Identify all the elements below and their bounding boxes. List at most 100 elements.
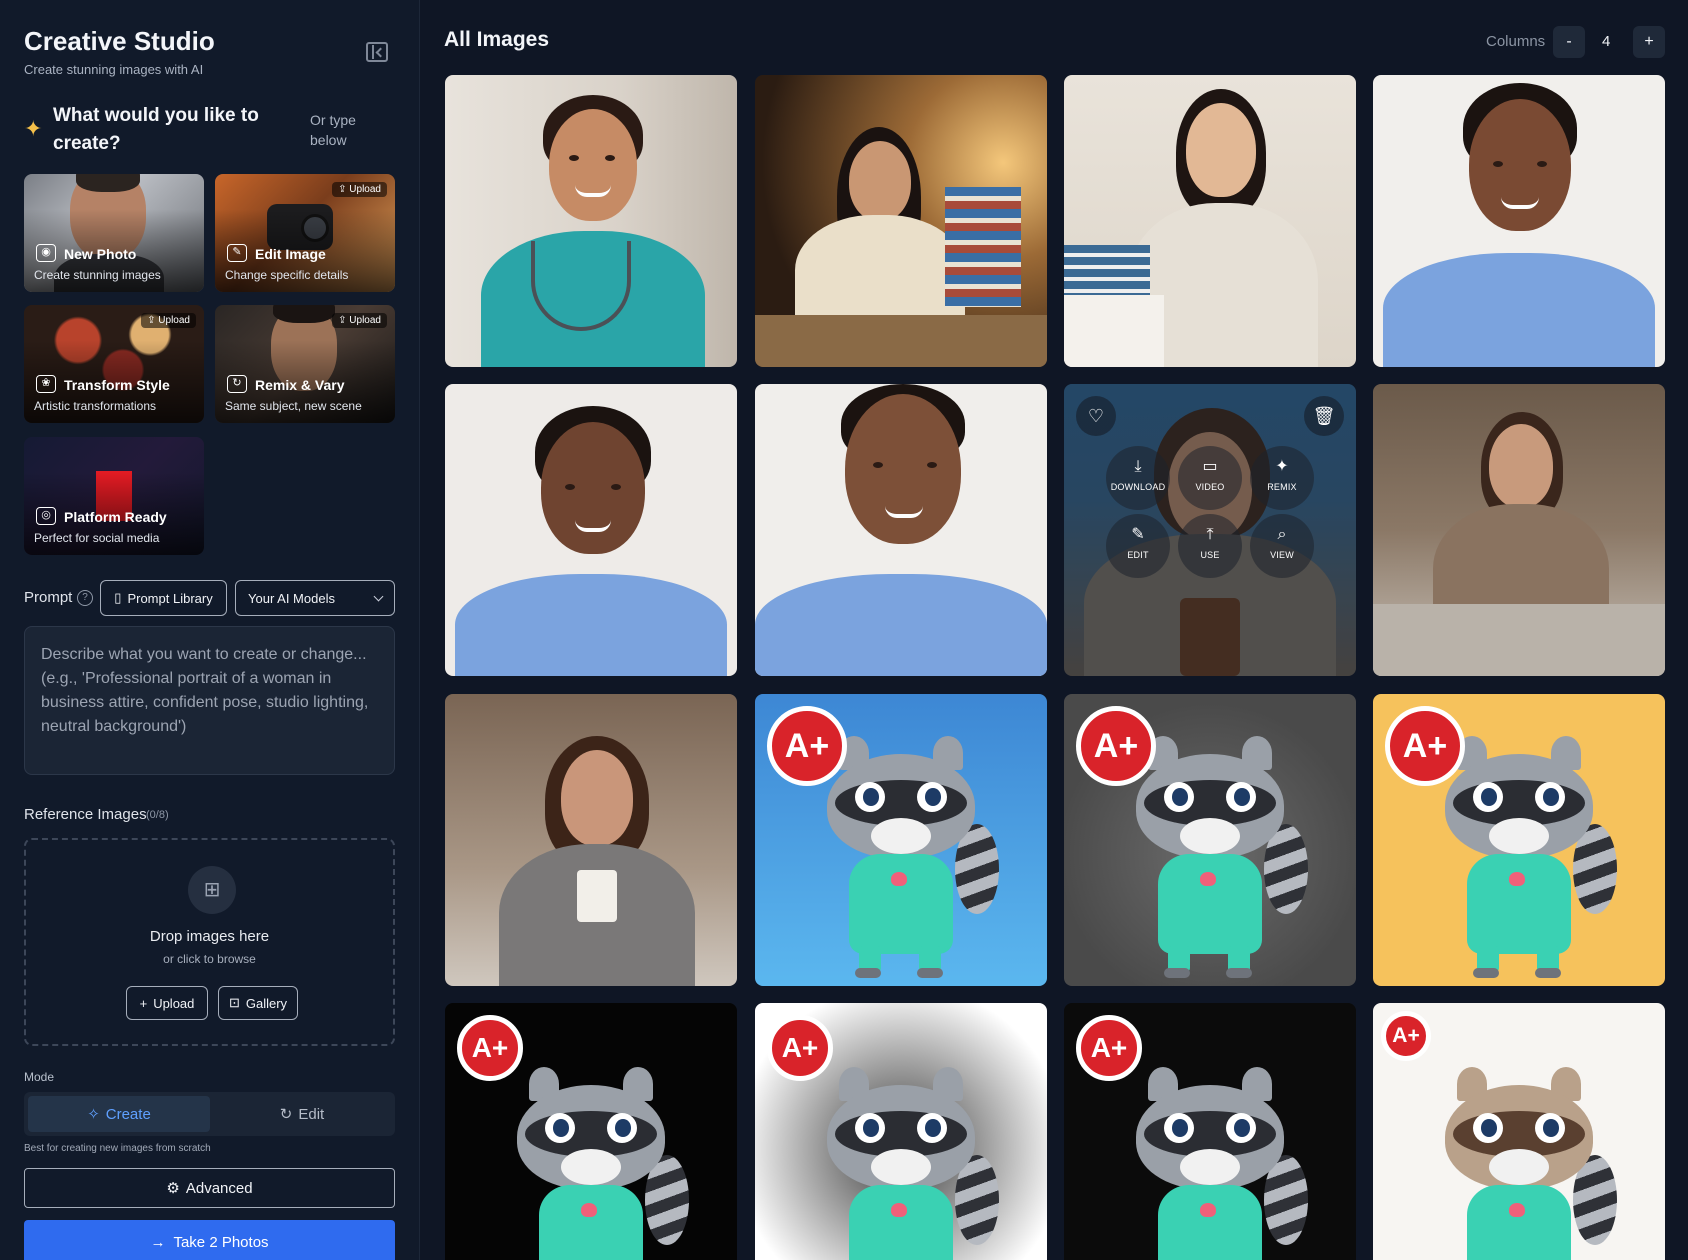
remix-action[interactable]: ✦ REMIX (1250, 446, 1314, 510)
advanced-button[interactable]: ⚙ Advanced (24, 1168, 395, 1208)
raccoon-eye (545, 1113, 575, 1143)
book-stack (945, 187, 1021, 307)
gallery-image[interactable]: A+ (445, 1003, 737, 1260)
raccoon-muzzle (871, 818, 931, 854)
palette-icon: ❀ (36, 375, 56, 393)
prompt-textarea-container (24, 626, 395, 775)
reference-images-label: Reference Images (24, 806, 147, 823)
raccoon-foot (1473, 968, 1499, 978)
gallery-image[interactable]: A+ (755, 694, 1047, 986)
upload-badge: ⇪ Upload (332, 182, 387, 197)
raccoon-foot (917, 968, 943, 978)
raccoon-eye (1164, 1113, 1194, 1143)
raccoon-heart (1200, 1203, 1216, 1217)
use-action[interactable]: ⤒ USE (1178, 514, 1242, 578)
raccoon-muzzle (561, 1149, 621, 1185)
raccoon-eye (855, 782, 885, 812)
raccoon-eye (1473, 1113, 1503, 1143)
raccoon-eye (1535, 782, 1565, 812)
heart-icon[interactable]: ♡ (1076, 396, 1116, 436)
card-title: Remix & Vary (255, 377, 345, 393)
mode-hint: Best for creating new images from scratc… (24, 1143, 211, 1154)
gallery-image[interactable] (1373, 384, 1665, 676)
platform-ready-card[interactable]: ◎ Platform Ready Perfect for social medi… (24, 437, 204, 555)
gallery-image[interactable]: A+ (1064, 1003, 1356, 1260)
card-subtitle: Perfect for social media (34, 531, 160, 545)
mode-create-tab[interactable]: ✧ Create (28, 1096, 210, 1132)
raccoon-scrubs (539, 1185, 643, 1260)
refresh-icon: ↻ (279, 1106, 293, 1123)
raccoon-eye (917, 782, 947, 812)
or-type-hint: Or type below (310, 112, 356, 148)
gallery-button[interactable]: ⊡ Gallery (218, 986, 298, 1020)
sidebar: Creative Studio Create stunning images w… (0, 0, 420, 1260)
upload-badge: ⇪ Upload (141, 313, 196, 328)
a-plus-badge: A+ (1076, 1015, 1142, 1081)
arrow-right-icon: → (150, 1233, 166, 1251)
raccoon-scrubs (1158, 1185, 1262, 1260)
gallery-image[interactable]: A+ (755, 1003, 1047, 1260)
take-photos-button[interactable]: → Take 2 Photos (24, 1220, 395, 1260)
a-plus-badge: A+ (1385, 706, 1465, 786)
raccoon-muzzle (1180, 818, 1240, 854)
columns-decrease-button[interactable]: - (1553, 26, 1585, 58)
image-add-icon: ⊞ (188, 866, 236, 914)
dropzone-title: Drop images here (149, 928, 270, 945)
collapse-sidebar-icon[interactable] (366, 42, 388, 62)
gallery-image[interactable]: A+ (1373, 1003, 1665, 1260)
ai-models-select[interactable]: Your AI Models (235, 580, 395, 616)
gallery-image[interactable] (445, 75, 737, 367)
a-plus-badge: A+ (767, 1015, 833, 1081)
image-dropzone[interactable]: ⊞ Drop images here or click to browse + … (24, 838, 395, 1046)
raccoon-eye (1473, 782, 1503, 812)
columns-increase-button[interactable]: + (1633, 26, 1665, 58)
a-plus-badge: A+ (1381, 1011, 1431, 1061)
transform-style-card[interactable]: ⇪ Upload ❀ Transform Style Artistic tran… (24, 305, 204, 423)
prompt-textarea[interactable] (41, 643, 378, 758)
gallery-image[interactable]: A+ (1373, 694, 1665, 986)
video-action[interactable]: ▭ VIDEO (1178, 446, 1242, 510)
book-icon: ▯ (114, 590, 122, 605)
gallery-icon: ⊡ (228, 995, 240, 1010)
remix-vary-card[interactable]: ⇪ Upload ↻ Remix & Vary Same subject, ne… (215, 305, 395, 423)
video-icon: ▭ (1202, 458, 1218, 475)
download-action[interactable]: ⤓ DOWNLOAD (1106, 446, 1170, 510)
mode-edit-tab[interactable]: ↻ Edit (214, 1096, 390, 1132)
upload-button[interactable]: + Upload (126, 986, 208, 1020)
edit-image-card[interactable]: ⇪ Upload ✎ Edit Image Change specific de… (215, 174, 395, 292)
instagram-icon: ◎ (36, 507, 56, 525)
plus-icon: + (139, 995, 148, 1011)
gallery-image[interactable]: A+ (1064, 694, 1356, 986)
page-title: All Images (444, 28, 550, 51)
coffee-cup (577, 870, 617, 922)
raccoon-heart (1200, 872, 1216, 886)
help-icon[interactable]: ? (77, 590, 93, 606)
edit-action[interactable]: ✎ EDIT (1106, 514, 1170, 578)
card-title: New Photo (64, 246, 137, 262)
card-title: Platform Ready (64, 509, 167, 525)
gallery-image[interactable] (1064, 75, 1356, 367)
gallery-image[interactable] (445, 694, 737, 986)
new-photo-card[interactable]: ◉ New Photo Create stunning images (24, 174, 204, 292)
dropzone-subtitle: or click to browse (163, 952, 256, 966)
a-plus-badge: A+ (457, 1015, 523, 1081)
raccoon-foot (855, 968, 881, 978)
card-title: Edit Image (255, 246, 326, 262)
card-subtitle: Change specific details (225, 268, 349, 282)
gallery-image[interactable] (755, 75, 1047, 367)
mode-label: Mode (24, 1070, 55, 1084)
zoom-icon: ⌕ (1277, 526, 1287, 543)
prompt-library-button[interactable]: ▯ Prompt Library (100, 580, 227, 616)
raccoon-eye (1226, 782, 1256, 812)
raccoon-eye (1164, 782, 1194, 812)
gallery-image[interactable] (755, 384, 1047, 676)
gallery-image-hovered[interactable]: ♡ 🗑 ⤓ DOWNLOAD ▭ VIDEO ✦ REMIX ✎ EDIT ⤒ … (1064, 384, 1356, 676)
view-action[interactable]: ⌕ VIEW (1250, 514, 1314, 578)
a-plus-badge: A+ (767, 706, 847, 786)
gallery-image[interactable] (1373, 75, 1665, 367)
raccoon-muzzle (1489, 1149, 1549, 1185)
raccoon-eye (1226, 1113, 1256, 1143)
trash-icon[interactable]: 🗑 (1304, 396, 1344, 436)
card-subtitle: Create stunning images (34, 268, 161, 282)
gallery-image[interactable] (445, 384, 737, 676)
